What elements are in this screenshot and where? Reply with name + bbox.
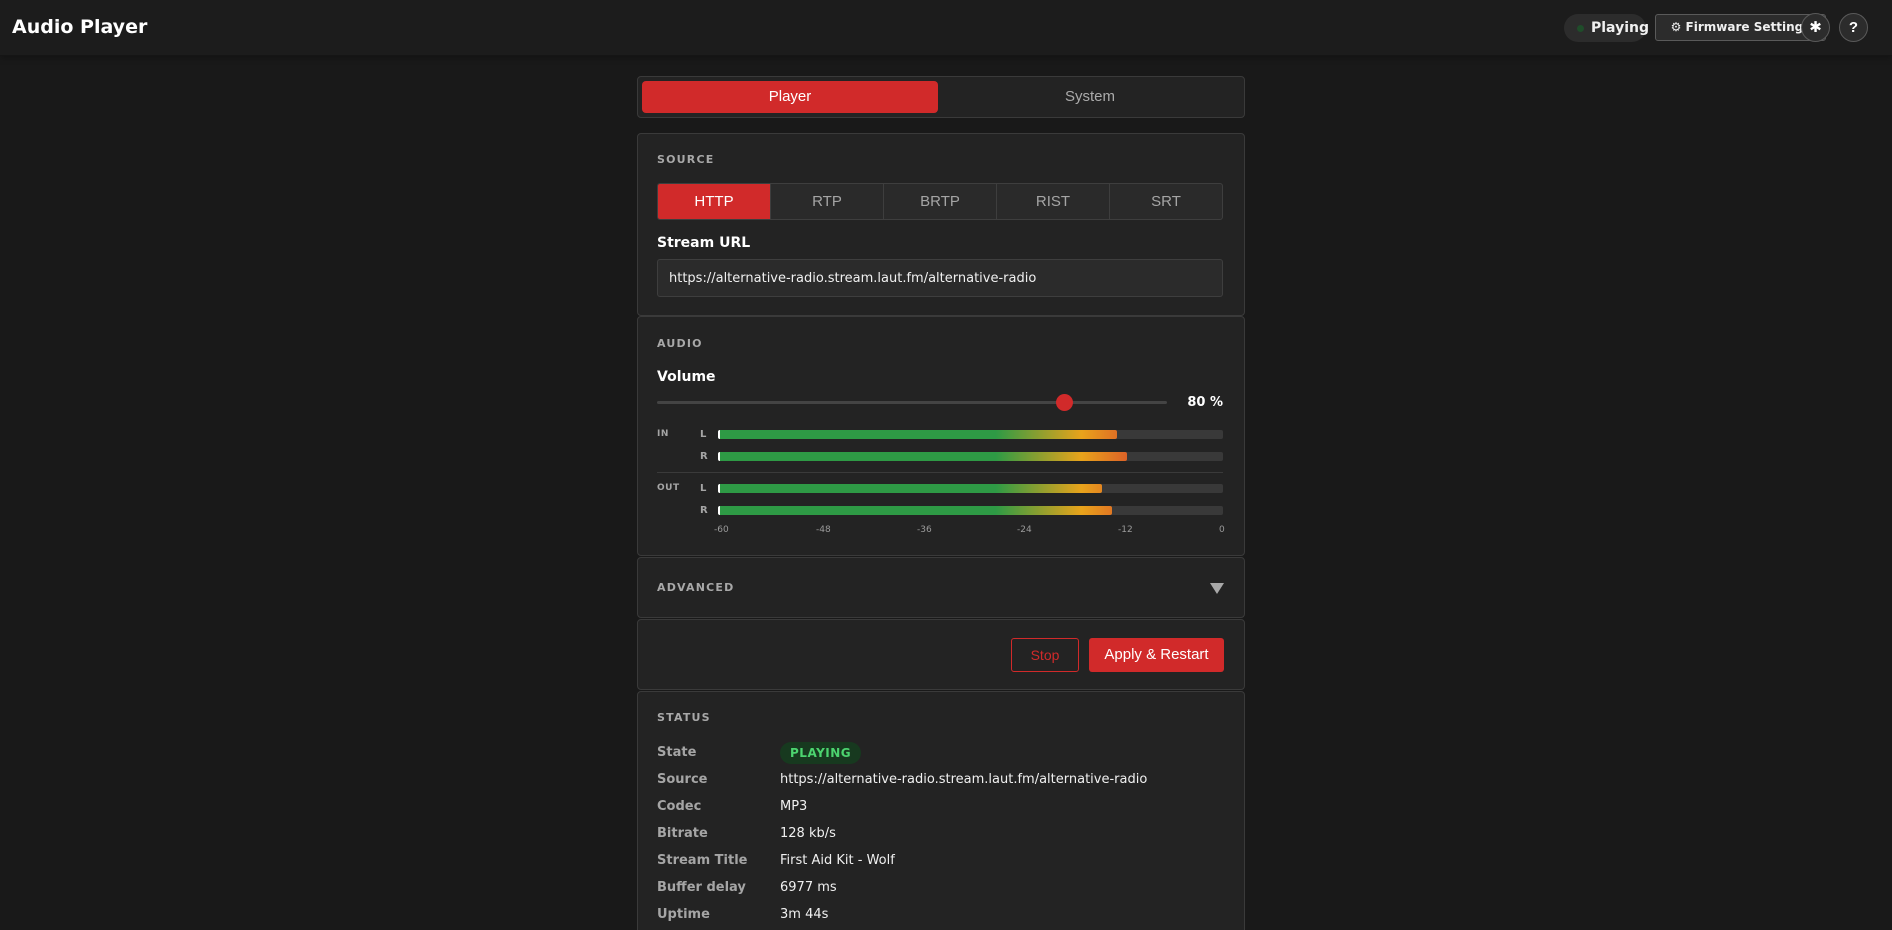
volume-slider-track[interactable]	[657, 401, 1167, 404]
in-left-meter	[718, 430, 1223, 439]
status-section-label: STATUS	[657, 711, 711, 724]
out-left-meter-fill	[718, 484, 1102, 493]
protocol-selector: HTTP RTP BRTP RIST SRT	[657, 183, 1223, 220]
output-meter-label: OUT	[657, 483, 680, 493]
stop-button[interactable]: Stop	[1011, 638, 1079, 672]
in-left-meter-peak	[718, 430, 720, 439]
status-dot-icon	[1577, 25, 1584, 32]
chevron-down-icon[interactable]	[1210, 583, 1224, 594]
theme-icon: ✱	[1809, 19, 1822, 36]
meter-divider	[657, 472, 1223, 473]
in-left-meter-fill	[718, 430, 1117, 439]
out-right-channel-label: R	[700, 505, 708, 516]
main-tab-bar: Player System	[637, 76, 1245, 118]
out-left-channel-label: L	[700, 483, 707, 494]
source-section-label: SOURCE	[657, 153, 715, 166]
status-value-uptime: 3m 44s	[780, 907, 829, 922]
status-card: STATUS State PLAYING Source https://alte…	[637, 691, 1245, 930]
status-key-uptime: Uptime	[657, 907, 710, 922]
meter-scale-label: -12	[1118, 525, 1133, 535]
status-value-bitrate: 128 kb/s	[780, 826, 836, 841]
help-button[interactable]: ?	[1839, 13, 1868, 42]
status-key-state: State	[657, 745, 697, 760]
out-left-meter	[718, 484, 1223, 493]
audio-section-label: AUDIO	[657, 337, 703, 350]
input-meter-label: IN	[657, 429, 669, 439]
volume-value: 80 %	[1187, 395, 1223, 410]
app-title: Audio Player	[12, 16, 148, 38]
in-right-channel-label: R	[700, 451, 708, 462]
playback-status-label: Playing	[1591, 20, 1649, 36]
help-icon: ?	[1848, 19, 1859, 36]
apply-restart-button[interactable]: Apply & Restart	[1089, 638, 1224, 672]
source-card: SOURCE HTTP RTP BRTP RIST SRT Stream URL	[637, 133, 1245, 316]
status-value-stream-title: First Aid Kit - Wolf	[780, 853, 895, 868]
volume-label: Volume	[657, 369, 716, 385]
protocol-rist[interactable]: RIST	[997, 184, 1110, 219]
in-left-channel-label: L	[700, 429, 707, 440]
tab-player[interactable]: Player	[642, 81, 938, 113]
out-left-meter-peak	[718, 484, 720, 493]
in-right-meter	[718, 452, 1223, 461]
actions-card: Stop Apply & Restart	[637, 619, 1245, 690]
playback-status-pill: Playing	[1564, 14, 1649, 42]
advanced-section-label: ADVANCED	[657, 581, 735, 594]
protocol-srt[interactable]: SRT	[1110, 184, 1222, 219]
out-right-meter	[718, 506, 1223, 515]
meter-scale-label: 0	[1219, 525, 1225, 535]
advanced-card[interactable]: ADVANCED	[637, 557, 1245, 618]
in-right-meter-fill	[718, 452, 1128, 461]
status-key-codec: Codec	[657, 799, 702, 814]
tab-system[interactable]: System	[942, 81, 1238, 113]
status-key-source: Source	[657, 772, 708, 787]
protocol-brtp[interactable]: BRTP	[884, 184, 997, 219]
stream-url-label: Stream URL	[657, 235, 751, 251]
status-key-stream-title: Stream Title	[657, 853, 748, 868]
protocol-http[interactable]: HTTP	[658, 184, 771, 219]
status-value-source: https://alternative-radio.stream.laut.fm…	[780, 772, 1148, 787]
audio-card: AUDIO Volume 80 % IN L R OUT L R -60 -48…	[637, 316, 1245, 556]
out-right-meter-fill	[718, 506, 1112, 515]
protocol-rtp[interactable]: RTP	[771, 184, 884, 219]
meter-scale-label: -60	[714, 525, 729, 535]
in-right-meter-peak	[718, 452, 720, 461]
meter-scale-label: -48	[816, 525, 831, 535]
stream-url-input[interactable]	[657, 259, 1223, 297]
theme-toggle-button[interactable]: ✱	[1801, 13, 1830, 42]
status-key-buffer-delay: Buffer delay	[657, 880, 746, 895]
status-key-bitrate: Bitrate	[657, 826, 708, 841]
top-bar: Audio Player Playing ⚙ Firmware Settings…	[0, 0, 1892, 56]
out-right-meter-peak	[718, 506, 720, 515]
meter-scale-label: -36	[917, 525, 932, 535]
state-badge: PLAYING	[780, 742, 862, 764]
volume-slider-thumb[interactable]	[1056, 394, 1073, 411]
status-value-codec: MP3	[780, 799, 808, 814]
status-value-buffer-delay: 6977 ms	[780, 880, 837, 895]
meter-scale-label: -24	[1017, 525, 1032, 535]
